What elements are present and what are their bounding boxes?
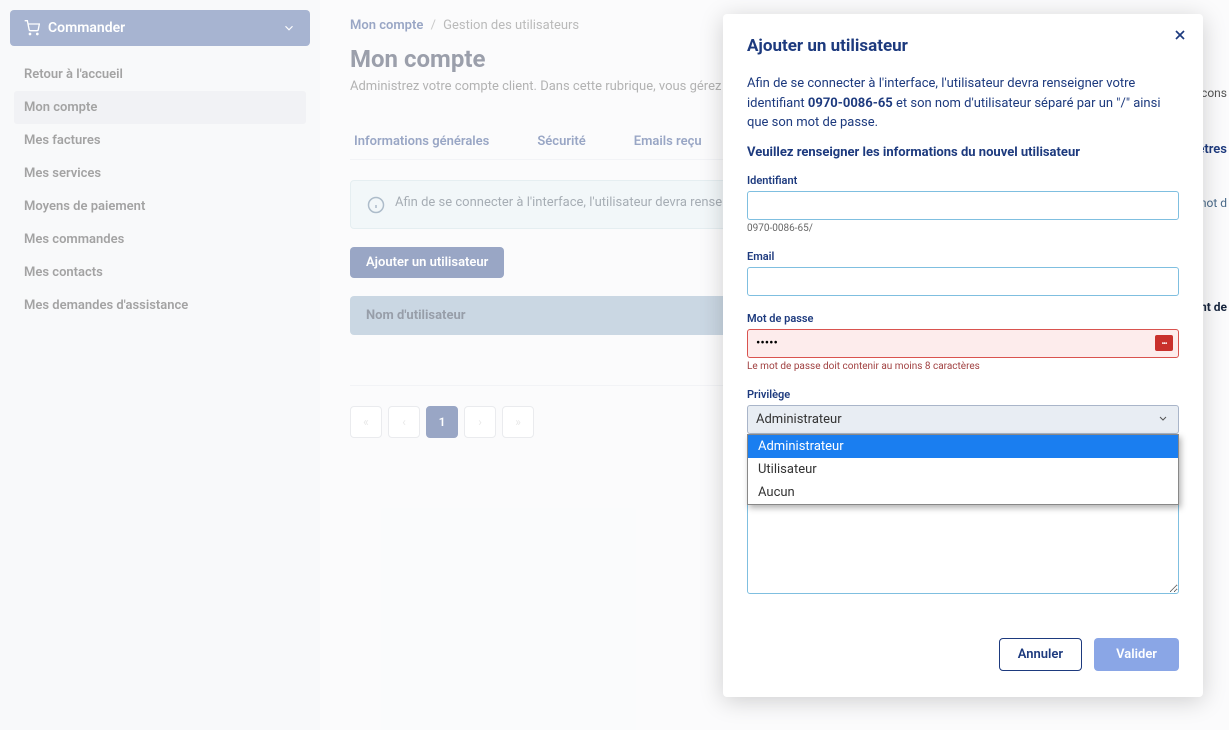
page-1[interactable]: 1 [426, 406, 458, 438]
modal-subtitle: Veuillez renseigner les informations du … [747, 145, 1179, 160]
form-group-email: Email [747, 250, 1179, 296]
close-icon [1172, 27, 1188, 43]
textarea-notes[interactable] [747, 494, 1179, 594]
label-email: Email [747, 250, 1179, 263]
label-privilege: Privilège [747, 388, 1179, 401]
breadcrumb-root[interactable]: Mon compte [350, 18, 423, 33]
add-user-modal: Ajouter un utilisateur Afin de se connec… [723, 14, 1203, 697]
nav-list: Retour à l'accueil Mon compte Mes factur… [10, 58, 310, 322]
modal-intro-text: Afin de se connecter à l'interface, l'ut… [747, 74, 1179, 133]
submit-button[interactable]: Valider [1094, 638, 1179, 671]
banner-peek-2: cons [1201, 86, 1227, 100]
nav-item-invoices[interactable]: Mes factures [14, 124, 306, 157]
form-group-notes [747, 494, 1179, 598]
cart-icon [24, 20, 40, 36]
privilege-dropdown: Administrateur Utilisateur Aucun [747, 434, 1179, 505]
page-prev[interactable]: ‹ [388, 406, 420, 438]
header-peek: nt de [1200, 300, 1227, 314]
table-col-username: Nom d'utilisateur [366, 308, 466, 323]
chevron-down-icon [282, 21, 296, 35]
nav-item-support[interactable]: Mes demandes d'assistance [14, 289, 306, 322]
page-last[interactable]: » [502, 406, 534, 438]
cancel-button[interactable]: Annuler [999, 638, 1082, 671]
select-privilege[interactable]: Administrateur [747, 405, 1179, 434]
form-group-identifiant: Identifiant 0970-0086-65/ [747, 174, 1179, 234]
page-first[interactable]: « [350, 406, 382, 438]
modal-actions: Annuler Valider [747, 638, 1179, 671]
modal-close-button[interactable] [1169, 24, 1191, 46]
breadcrumb-sep: / [431, 18, 436, 33]
option-none[interactable]: Aucun [748, 481, 1178, 504]
hint-password: Le mot de passe doit contenir au moins 8… [747, 361, 1179, 372]
input-email[interactable] [747, 267, 1179, 296]
page-next[interactable]: › [464, 406, 496, 438]
add-user-button[interactable]: Ajouter un utilisateur [350, 247, 504, 278]
breadcrumb-current: Gestion des utilisateurs [443, 18, 579, 33]
nav-item-contacts[interactable]: Mes contacts [14, 256, 306, 289]
sidebar: Commander Retour à l'accueil Mon compte … [0, 0, 320, 730]
nav-item-home[interactable]: Retour à l'accueil [14, 58, 306, 91]
input-identifiant[interactable] [747, 191, 1179, 220]
info-banner-text: Afin de se connecter à l'interface, l'ut… [395, 195, 747, 210]
nav-item-account[interactable]: Mon compte [14, 91, 306, 124]
modal-identifier: 0970-0086-65 [808, 96, 893, 111]
input-password[interactable] [747, 329, 1179, 358]
nav-item-orders[interactable]: Mes commandes [14, 223, 306, 256]
form-group-password: Mot de passe Le mot de passe doit conten… [747, 312, 1179, 372]
commander-label: Commander [48, 20, 125, 36]
tab-security[interactable]: Sécurité [533, 124, 589, 159]
password-manager-icon[interactable] [1155, 335, 1173, 351]
tab-general[interactable]: Informations générales [350, 124, 493, 159]
hint-identifiant: 0970-0086-65/ [747, 223, 1179, 234]
option-user[interactable]: Utilisateur [748, 458, 1178, 481]
form-group-privilege: Privilège Administrateur Administrateur … [747, 388, 1179, 434]
commander-button[interactable]: Commander [10, 10, 310, 46]
option-admin[interactable]: Administrateur [748, 435, 1178, 458]
label-password: Mot de passe [747, 312, 1179, 325]
modal-title: Ajouter un utilisateur [747, 36, 1179, 56]
nav-item-payment[interactable]: Moyens de paiement [14, 190, 306, 223]
tab-emails[interactable]: Emails reçu [630, 124, 706, 159]
select-privilege-value: Administrateur [756, 412, 842, 427]
info-icon [367, 196, 385, 214]
label-identifiant: Identifiant [747, 174, 1179, 187]
nav-item-services[interactable]: Mes services [14, 157, 306, 190]
